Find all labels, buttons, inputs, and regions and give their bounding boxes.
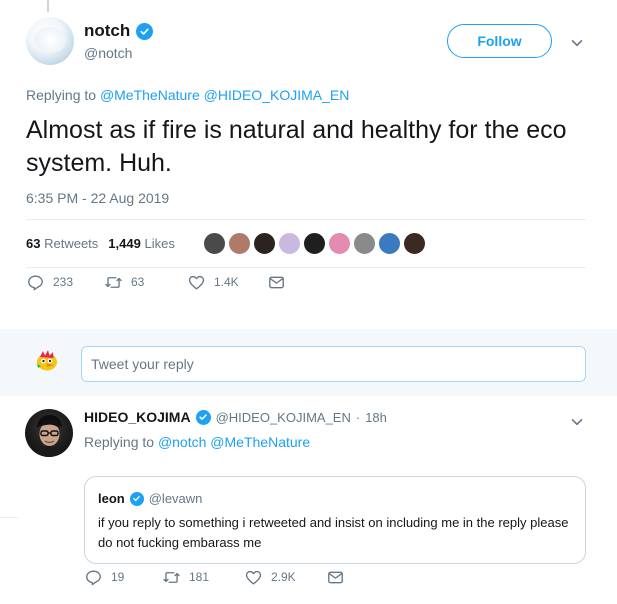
verified-badge-icon (195, 409, 211, 425)
retweet-icon (163, 571, 180, 583)
retweet-count: 181 (189, 570, 210, 584)
reply-button[interactable]: 233 (26, 273, 73, 292)
tweet-time[interactable]: 18h (365, 410, 387, 425)
reply-composer (0, 329, 617, 396)
retweet-count: 63 (131, 275, 145, 289)
retweet-icon (105, 276, 122, 288)
quoted-display-name: leon (98, 491, 125, 506)
author-name-row[interactable]: notch (84, 21, 154, 41)
direct-message-button[interactable] (267, 273, 286, 292)
like-button[interactable]: 2.9K (244, 568, 296, 587)
author-display-name[interactable]: HIDEO_KOJIMA (84, 409, 191, 425)
quoted-handle: @levawn (148, 491, 203, 506)
divider (26, 219, 586, 220)
chevron-down-icon[interactable] (570, 36, 584, 50)
like-button[interactable]: 1.4K (187, 273, 239, 292)
reply-button[interactable]: 19 (84, 568, 124, 587)
follow-button[interactable]: Follow (447, 24, 552, 58)
heart-icon (188, 275, 205, 290)
heart-icon (245, 570, 262, 585)
like-count: 1.4K (214, 275, 239, 289)
replying-to: Replying to @MeTheNature @HIDEO_KOJIMA_E… (26, 87, 350, 103)
mention-link[interactable]: @MeTheNature (210, 434, 310, 450)
quoted-tweet[interactable]: leon @levawn if you reply to something i… (84, 476, 586, 564)
retweet-button[interactable]: 181 (162, 568, 209, 587)
liker-avatar[interactable] (353, 232, 376, 255)
author-name-row[interactable]: HIDEO_KOJIMA @HIDEO_KOJIMA_EN · 18h (84, 409, 387, 425)
verified-badge-icon (129, 491, 144, 506)
direct-message-button[interactable] (326, 568, 345, 587)
envelope-icon (328, 571, 343, 583)
retweets-stat[interactable]: 63 Retweets (26, 236, 98, 251)
mention-link[interactable]: @MeTheNature (100, 87, 200, 103)
reply-count: 19 (111, 570, 125, 584)
replying-to: Replying to @notch @MeTheNature (84, 434, 311, 450)
meta-separator: · (355, 409, 361, 425)
tweet-timestamp[interactable]: 6:35 PM - 22 Aug 2019 (26, 190, 169, 206)
engagement-stats: 63 Retweets 1,449 Likes (26, 236, 175, 251)
liker-avatar[interactable] (378, 232, 401, 255)
reply-tweet: HIDEO_KOJIMA @HIDEO_KOJIMA_EN · 18h Repl… (0, 397, 617, 604)
liker-avatar[interactable] (278, 232, 301, 255)
author-handle[interactable]: @notch (84, 45, 132, 61)
liker-avatar[interactable] (303, 232, 326, 255)
envelope-icon (269, 276, 284, 288)
reply-icon (86, 569, 101, 585)
own-avatar-icon[interactable] (34, 347, 60, 373)
mention-link[interactable]: @HIDEO_KOJIMA_EN (204, 87, 350, 103)
tweet-text: Almost as if fire is natural and healthy… (26, 116, 567, 177)
liker-avatar[interactable] (228, 232, 251, 255)
liker-avatar[interactable] (328, 232, 351, 255)
retweet-button[interactable]: 63 (104, 273, 144, 292)
avatar[interactable] (25, 409, 73, 457)
author-handle[interactable]: @HIDEO_KOJIMA_EN (216, 410, 351, 425)
liker-avatars (203, 232, 426, 255)
liker-avatar[interactable] (403, 232, 426, 255)
main-tweet: notch @notch Follow Replying to @MeTheNa… (0, 0, 617, 328)
verified-badge-icon (136, 22, 154, 40)
liker-avatar[interactable] (253, 232, 276, 255)
likes-stat[interactable]: 1,449 Likes (108, 236, 175, 251)
mention-link[interactable]: @notch (158, 434, 206, 450)
quoted-text: if you reply to something i retweeted an… (98, 515, 569, 550)
reply-count: 233 (53, 275, 74, 289)
author-display-name[interactable]: notch (84, 21, 130, 41)
chevron-down-icon[interactable] (570, 415, 584, 429)
reply-icon (28, 274, 43, 290)
avatar[interactable] (26, 17, 74, 65)
divider (0, 517, 18, 518)
reply-input[interactable] (81, 346, 586, 382)
like-count: 2.9K (271, 570, 296, 584)
liker-avatar[interactable] (203, 232, 226, 255)
divider (26, 267, 586, 268)
quoted-author-row: leon @levawn (98, 491, 202, 506)
